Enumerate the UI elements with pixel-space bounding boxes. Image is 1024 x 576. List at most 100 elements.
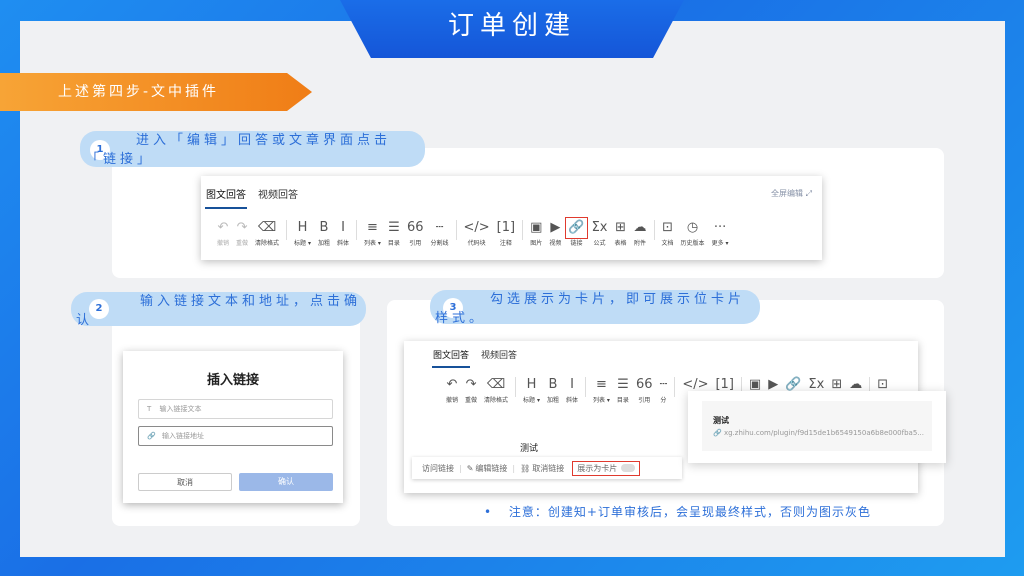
toc-icon: ☰ bbox=[617, 377, 629, 392]
step2-callout: 2 输入链接文本和地址，点击确认 bbox=[71, 292, 366, 328]
toolbar-image-button[interactable]: ▣ 图片 bbox=[530, 220, 542, 247]
step2-text: 输入链接文本和地址，点击确认 bbox=[76, 294, 362, 328]
toolbar-quote-button[interactable]: 66 引用 bbox=[407, 220, 424, 247]
toolbar-label: 标题 ▾ bbox=[294, 240, 311, 247]
toolbar-more-button[interactable]: ··· 更多 ▾ bbox=[712, 220, 729, 247]
table-icon: ⊞ bbox=[615, 220, 626, 235]
toolbar-label: 链接 bbox=[570, 240, 583, 247]
toolbar-label: 标题 ▾ bbox=[523, 397, 540, 404]
step3-callout: 3 勾选展示为卡片，即可展示位卡片样式。 bbox=[430, 290, 760, 326]
heading-icon: H bbox=[297, 220, 308, 235]
video-icon: ▶ bbox=[550, 220, 561, 235]
toolbar-heading-button[interactable]: H 标题 ▾ bbox=[523, 377, 540, 404]
undo-icon: ↶ bbox=[217, 220, 229, 235]
card-toggle-switch[interactable] bbox=[621, 464, 636, 472]
toolbar-undo-button[interactable]: ↶ 撤销 bbox=[217, 220, 229, 247]
document-icon: ⊡ bbox=[662, 220, 673, 235]
section-banner: 上述第四步-文中插件 bbox=[0, 73, 312, 111]
tab-text-answer[interactable]: 图文回答 bbox=[206, 186, 246, 201]
toolbar-separator bbox=[356, 220, 357, 240]
list-icon: ≡ bbox=[596, 377, 607, 392]
fullscreen-button[interactable]: 全屏编辑 ⤢ bbox=[771, 188, 812, 199]
toolbar-undo-button[interactable]: ↶ 撤销 bbox=[446, 377, 458, 404]
link-url-field[interactable]: 🔗 输入链接地址 bbox=[138, 426, 333, 446]
editor-toolbar: ↶ 撤销 ↷ 重做 ⌫ 清除格式 H 标题 ▾ B 加粗 I 斜体 ≡ 列表 ▾ ☰ 目录 66 引用 ┄ 分割线 </… bbox=[217, 217, 735, 247]
note-text: • 注意：创建知+订单审核后，会呈现最终样式，否则为图示灰色 bbox=[484, 503, 871, 520]
toolbar-divider-button[interactable]: ┄ 分 bbox=[659, 377, 667, 404]
toolbar-history-button[interactable]: ◷ 历史版本 bbox=[681, 220, 705, 247]
link-url-placeholder: 输入链接地址 bbox=[161, 432, 204, 440]
toolbar-italic-button[interactable]: I 斜体 bbox=[566, 377, 578, 404]
toolbar-list-button[interactable]: ≡ 列表 ▾ bbox=[593, 377, 610, 404]
italic-icon: I bbox=[341, 220, 345, 235]
unlink-icon: ⛓ bbox=[520, 463, 531, 473]
cancel-link-button[interactable]: 取消链接 bbox=[532, 463, 564, 474]
visit-link-button[interactable]: 访问链接 bbox=[422, 463, 454, 474]
toolbar-separator bbox=[455, 220, 457, 240]
card-link-icon: 🔗 bbox=[713, 429, 722, 437]
toolbar-separator bbox=[674, 377, 676, 397]
toolbar-label: 分 bbox=[660, 397, 667, 404]
toolbar-divider-button[interactable]: ┄ 分割线 bbox=[430, 220, 448, 247]
toolbar-redo-button[interactable]: ↷ 重做 bbox=[236, 220, 248, 247]
toolbar-attachment-button[interactable]: ☁ 附件 bbox=[634, 220, 647, 247]
dialog-title: 插入链接 bbox=[206, 373, 259, 388]
link-text-field[interactable]: T 输入链接文本 bbox=[138, 399, 333, 419]
toolbar-footnote-button[interactable]: [1] 注释 bbox=[497, 220, 515, 247]
show-as-card-toggle[interactable]: 展示为卡片 bbox=[572, 460, 641, 476]
toolbar-separator bbox=[515, 377, 517, 397]
divider-icon: ┄ bbox=[435, 220, 444, 235]
step1-callout: 1 进入「编辑」回答或文章界面点击「链接」 bbox=[80, 131, 425, 167]
attachment-icon: ☁ bbox=[633, 220, 647, 235]
image-icon: ▣ bbox=[530, 220, 543, 235]
toolbar-bold-button[interactable]: B 加粗 bbox=[318, 220, 330, 247]
expand-icon: ⤢ bbox=[805, 189, 812, 198]
toolbar-toc-button[interactable]: ☰ 目录 bbox=[388, 220, 400, 247]
toolbar-label: 视频 bbox=[549, 240, 562, 247]
toolbar-label: 目录 bbox=[387, 240, 400, 247]
toolbar-label: 斜体 bbox=[565, 397, 578, 404]
toolbar-formula-button[interactable]: Σx 公式 bbox=[592, 220, 608, 247]
toolbar-list-button[interactable]: ≡ 列表 ▾ bbox=[364, 220, 381, 247]
toolbar-label: 分割线 bbox=[430, 240, 449, 247]
toolbar-bold-button[interactable]: B 加粗 bbox=[547, 377, 559, 404]
editor-panel: 图文回答 视频回答 全屏编辑 ⤢ ↶ 撤销 ↷ 重做 ⌫ 清除格式 H 标题 ▾ B 加粗 I 斜体 ≡… bbox=[201, 176, 822, 260]
toolbar-toc-button[interactable]: ☰ 目录 bbox=[617, 377, 629, 404]
toolbar-label: 历史版本 bbox=[680, 240, 705, 247]
toolbar-label: 重做 bbox=[465, 397, 478, 404]
toolbar-label: 加粗 bbox=[546, 397, 559, 404]
toolbar-redo-button[interactable]: ↷ 重做 bbox=[465, 377, 477, 404]
toolbar-video-button[interactable]: ▶ 视频 bbox=[549, 220, 561, 247]
step3-tab-video-answer[interactable]: 视频回答 bbox=[481, 348, 517, 361]
toolbar-eraser-button[interactable]: ⌫ 清除格式 bbox=[484, 377, 508, 404]
history-icon: ◷ bbox=[686, 220, 699, 235]
toolbar-document-button[interactable]: ⊡ 文档 bbox=[662, 220, 674, 247]
toolbar-heading-button[interactable]: H 标题 ▾ bbox=[294, 220, 311, 247]
toolbar-label: 加粗 bbox=[317, 240, 330, 247]
edit-link-button[interactable]: 编辑链接 bbox=[475, 463, 507, 474]
toolbar-italic-button[interactable]: I 斜体 bbox=[337, 220, 349, 247]
italic-icon: I bbox=[570, 377, 574, 392]
toolbar-code-button[interactable]: </> 代码块 bbox=[464, 220, 490, 247]
bold-icon: B bbox=[548, 377, 558, 392]
step3-tab-underline bbox=[432, 366, 470, 368]
toolbar-label: 目录 bbox=[616, 397, 629, 404]
more-icon: ··· bbox=[713, 220, 727, 235]
toolbar-label: 清除格式 bbox=[484, 397, 509, 404]
step3-tab-text-answer[interactable]: 图文回答 bbox=[433, 348, 469, 361]
quote-icon: 66 bbox=[406, 220, 424, 235]
list-icon: ≡ bbox=[367, 220, 378, 235]
formula-icon: Σx bbox=[591, 220, 608, 235]
toolbar-quote-button[interactable]: 66 引用 bbox=[636, 377, 653, 404]
toolbar-table-button[interactable]: ⊞ 表格 bbox=[615, 220, 627, 247]
insert-link-dialog: 插入链接 T 输入链接文本 🔗 输入链接地址 取消 确认 bbox=[123, 351, 343, 503]
cancel-button[interactable]: 取消 bbox=[138, 473, 232, 491]
toolbar-link-button[interactable]: 🔗 链接 bbox=[565, 217, 588, 247]
toc-icon: ☰ bbox=[388, 220, 400, 235]
confirm-button[interactable]: 确认 bbox=[239, 473, 333, 491]
tab-video-answer[interactable]: 视频回答 bbox=[258, 186, 298, 201]
footnote-icon: [1] bbox=[496, 220, 516, 235]
toolbar-eraser-button[interactable]: ⌫ 清除格式 bbox=[255, 220, 279, 247]
toolbar-label: 代码块 bbox=[467, 240, 486, 247]
step3-text: 勾选展示为卡片，即可展示位卡片样式。 bbox=[435, 292, 746, 326]
